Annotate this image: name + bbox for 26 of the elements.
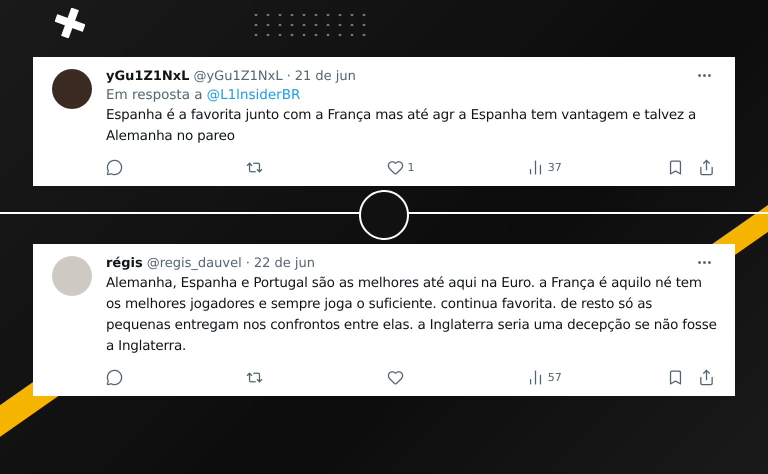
reply-icon[interactable]: [106, 369, 123, 386]
heart-icon[interactable]: [386, 369, 404, 386]
tweet-date[interactable]: 22 de jun: [254, 256, 315, 271]
separator-dot: ·: [286, 69, 291, 84]
avatar: [52, 256, 92, 296]
tweet-text: Espanha é a favorita junto com a França mas até agr a Espanha tem vantagem e talvez a Alemanha no pareo: [106, 106, 698, 146]
separator-dot: ·: [246, 256, 250, 271]
user-handle[interactable]: @yGu1Z1NxL: [193, 69, 283, 84]
share-icon[interactable]: [698, 159, 715, 176]
reply-icon[interactable]: [106, 159, 123, 176]
tweet-date[interactable]: 21 de jun: [294, 69, 356, 84]
bookmark-icon[interactable]: [667, 159, 684, 176]
share-icon[interactable]: [698, 369, 715, 386]
circle-shape: [359, 190, 409, 240]
avatar: [52, 69, 92, 109]
user-handle[interactable]: @regis_dauvel: [146, 256, 242, 271]
plus-shape: [55, 8, 85, 38]
display-name[interactable]: yGu1Z1NxL: [106, 69, 190, 84]
heart-icon[interactable]: [386, 159, 404, 176]
bookmark-icon[interactable]: [667, 369, 684, 386]
action-count: 37: [548, 161, 562, 174]
reply-label: Em resposta a: [106, 87, 203, 103]
display-name[interactable]: régis: [106, 256, 143, 271]
tweet-text: Alemanha, Espanha e Portugal são as melhores até aqui na Euro. a França é aquilo né tem os melhores jogadores e sempre joga o suficiente. continua favorita. de resto só as pequenas entregam nos confrontos entre elas. a Inglaterra seria uma decepção se não fosse a Inglaterra.: [106, 274, 718, 356]
action-count: 57: [548, 371, 562, 384]
action-count: 1: [408, 161, 414, 174]
